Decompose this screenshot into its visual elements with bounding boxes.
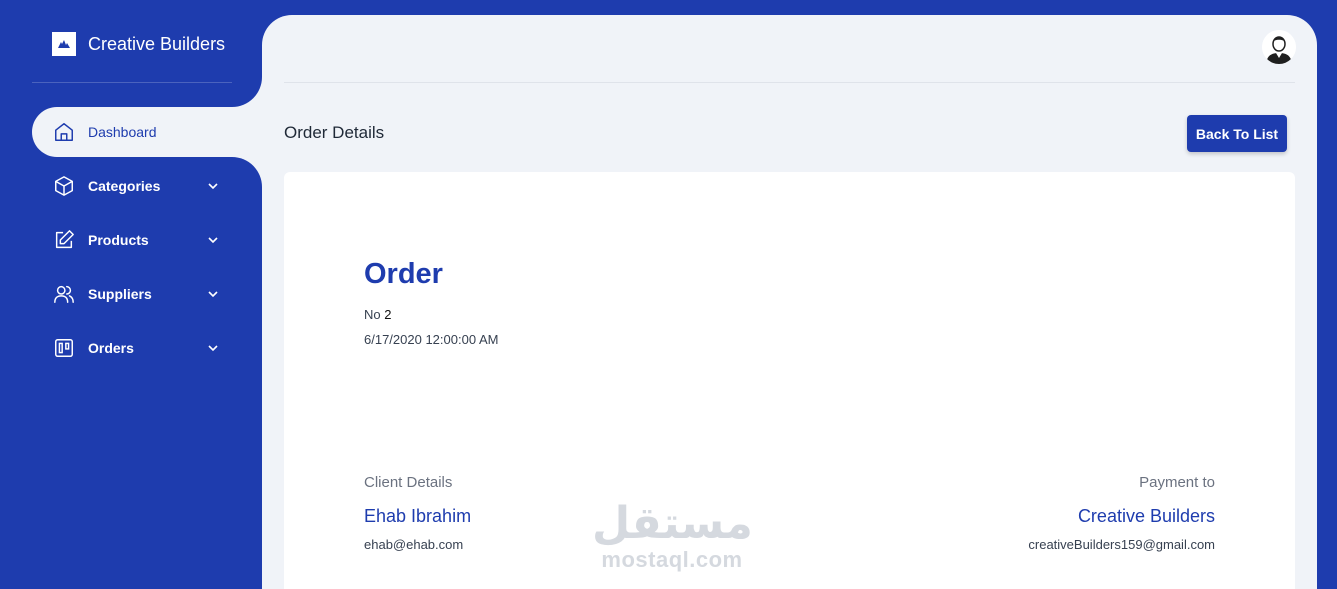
sidebar-item-label: Products xyxy=(88,232,149,248)
payment-name: Creative Builders xyxy=(1077,506,1215,526)
kanban-icon xyxy=(52,336,76,360)
sidebar-item-categories[interactable]: Categories xyxy=(32,161,262,211)
sidebar-item-products[interactable]: Products xyxy=(32,215,262,265)
sidebar-item-dashboard[interactable]: Dashboard xyxy=(32,107,262,157)
brand-name: Creative Builders xyxy=(88,33,226,54)
watermark: مستقل mostaql.com xyxy=(592,498,753,572)
payment-email: creativeBuilders159@gmail.com xyxy=(1028,537,1215,552)
users-icon xyxy=(52,282,76,306)
header-divider xyxy=(284,82,1295,83)
sidebar-divider xyxy=(32,82,242,83)
client-name: Ehab Ibrahim xyxy=(364,506,472,526)
order-date: 6/17/2020 12:00:00 AM xyxy=(364,332,499,347)
order-card: Order No 2 6/17/2020 12:00:00 AM Client … xyxy=(284,172,1295,589)
edit-icon xyxy=(52,228,76,252)
box-icon xyxy=(52,174,76,198)
order-title: Order xyxy=(364,258,443,290)
main-panel: Order Details Back To List Order No 2 6/… xyxy=(262,15,1317,589)
watermark-latin: mostaql.com xyxy=(601,547,743,572)
sidebar-item-orders[interactable]: Orders xyxy=(32,323,262,373)
brand-logo-icon xyxy=(52,32,76,56)
sidebar-item-label: Dashboard xyxy=(88,124,157,140)
chevron-down-icon[interactable] xyxy=(206,179,220,193)
brand[interactable]: Creative Builders xyxy=(52,32,225,56)
sidebar: Creative Builders Dashboard Categories P… xyxy=(0,0,262,589)
back-to-list-button[interactable]: Back To List xyxy=(1187,115,1287,152)
sidebar-item-label: Orders xyxy=(88,340,134,356)
user-avatar[interactable] xyxy=(1262,30,1296,64)
sidebar-item-label: Suppliers xyxy=(88,286,152,302)
order-number-value: 2 xyxy=(384,307,392,322)
sidebar-item-suppliers[interactable]: Suppliers xyxy=(32,269,262,319)
chevron-down-icon[interactable] xyxy=(206,341,220,355)
home-icon xyxy=(52,120,76,144)
watermark-arabic: مستقل xyxy=(592,498,753,549)
client-details-label: Client Details xyxy=(364,474,453,491)
order-number: No 2 xyxy=(364,307,391,322)
order-number-label: No xyxy=(364,307,381,322)
payment-to-label: Payment to xyxy=(1139,474,1215,491)
active-tab-curve-top xyxy=(232,77,262,107)
chevron-down-icon[interactable] xyxy=(206,287,220,301)
client-email: ehab@ehab.com xyxy=(364,537,464,552)
page-title: Order Details xyxy=(284,123,385,142)
sidebar-item-label: Categories xyxy=(88,178,161,194)
chevron-down-icon[interactable] xyxy=(206,233,220,247)
